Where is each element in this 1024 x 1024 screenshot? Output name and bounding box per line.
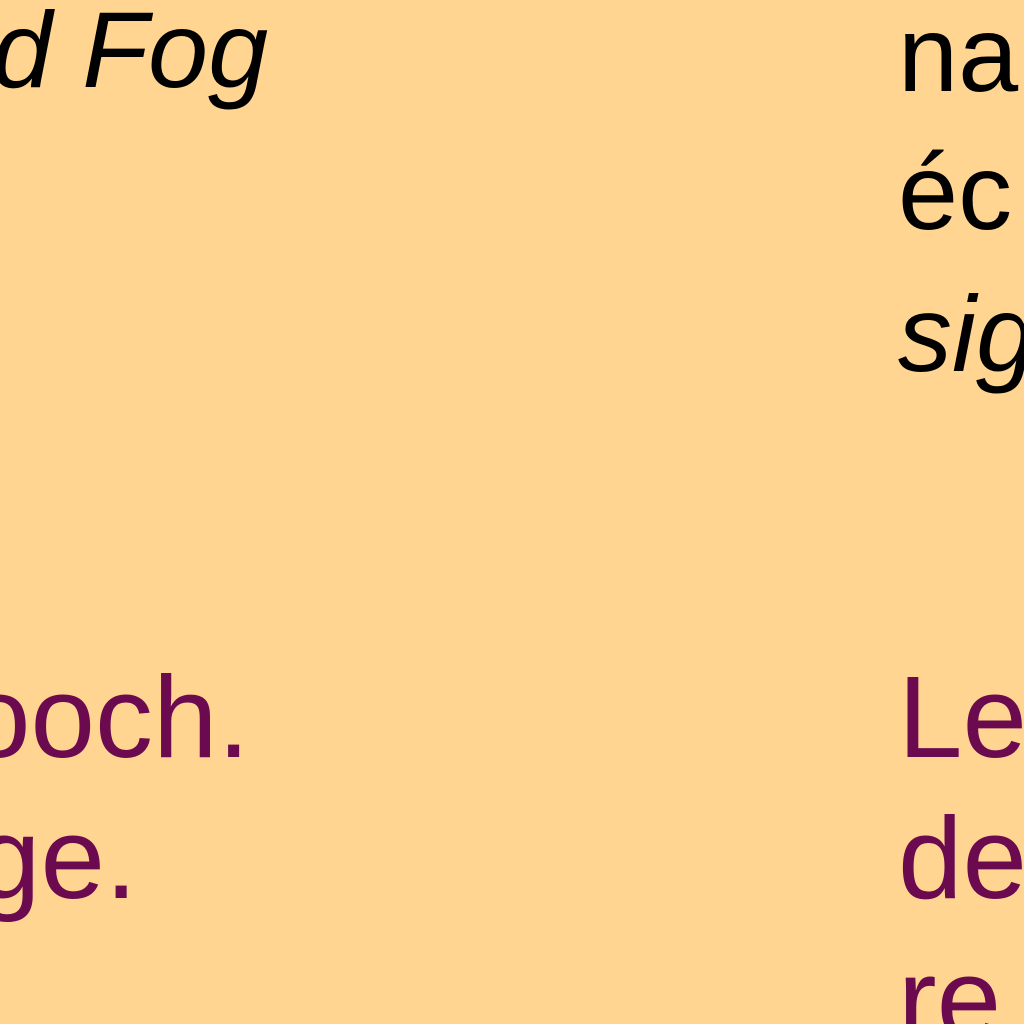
right-text-line-2: éc [898, 131, 1013, 252]
right-text-line-4: Le [898, 652, 1024, 782]
right-text-line-6: re [898, 934, 1002, 1024]
right-text-line-3: sig [898, 273, 1024, 394]
right-text-line-5: de [898, 793, 1024, 923]
page: d Fog ooch. ge. na éc sig Le de re [0, 0, 1024, 1024]
left-heading-fragment: d Fog [0, 0, 269, 110]
left-text-line-1: ooch. [0, 652, 250, 782]
left-text-line-2: ge. [0, 793, 138, 923]
right-text-line-1: na [898, 0, 1019, 114]
